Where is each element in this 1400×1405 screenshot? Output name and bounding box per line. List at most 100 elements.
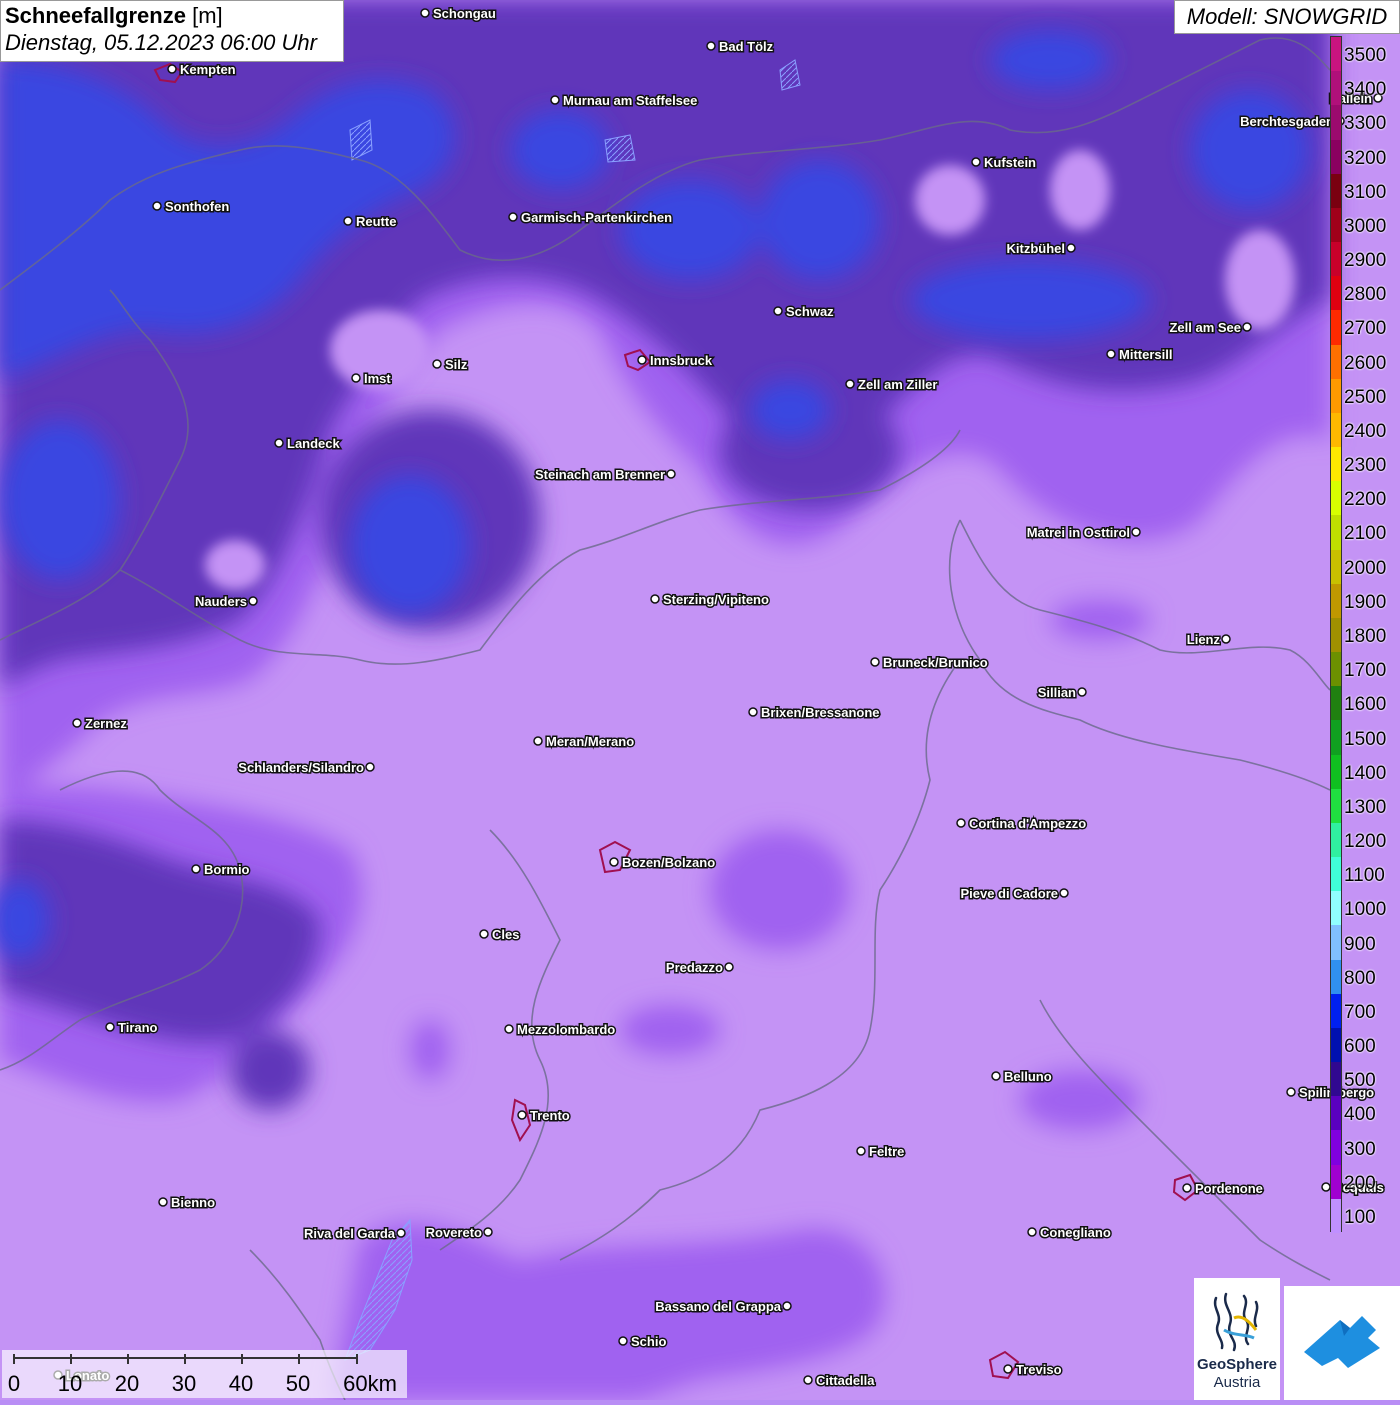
city-label: Lienz (1187, 632, 1221, 647)
city-marker: Bruneck/Brunico (870, 654, 989, 672)
legend-label: 800 (1344, 967, 1376, 989)
legend-label: 2900 (1344, 250, 1387, 272)
city-marker: Schongau (420, 5, 497, 23)
city-dot (508, 212, 518, 222)
city-label: Schio (631, 1334, 666, 1349)
model-label: Modell: SNOWGRID (1174, 0, 1400, 34)
city-label: Cittadella (816, 1373, 875, 1388)
city-dot (517, 1110, 527, 1120)
city-label: Predazzo (666, 960, 723, 975)
city-label: Sonthofen (165, 199, 229, 214)
city-dot (856, 1146, 866, 1156)
city-dot (365, 762, 375, 772)
city-dot (432, 359, 442, 369)
city-dot (706, 41, 716, 51)
geosphere-logo-text: GeoSphere (1196, 1356, 1278, 1373)
map-datetime: Dienstag, 05.12.2023 06:00 Uhr (5, 30, 317, 55)
legend-label: 700 (1344, 1001, 1376, 1023)
city-dot (803, 1375, 813, 1385)
scale-label: 10 (57, 1371, 83, 1396)
city-marker: Riva del Garda (302, 1225, 406, 1243)
city-dot (1027, 1227, 1037, 1237)
legend-label: 2100 (1344, 523, 1387, 545)
legend-label: 3400 (1344, 79, 1387, 101)
city-dot (351, 373, 361, 383)
city-marker: Mezzolombardo (504, 1021, 617, 1039)
legend-color-step (1331, 1130, 1341, 1166)
city-marker: Cortina d'Ampezzo (956, 815, 1088, 833)
city-label: Schwaz (786, 304, 834, 319)
city-dot (483, 1227, 493, 1237)
geosphere-logo: GeoSphere Austria (1194, 1278, 1280, 1400)
legend-label: 2500 (1344, 386, 1387, 408)
city-dot (991, 1071, 1001, 1081)
city-dot (1077, 687, 1087, 697)
snowfall-limit-map: Schongau Bad Tölz Kempten Murnau am Staffel… (0, 0, 1400, 1400)
city-label: Matrei in Osttirol (1027, 525, 1130, 540)
city-label: Brixen/Bressanone (761, 705, 880, 720)
city-dot (748, 707, 758, 717)
city-label: Mittersill (1119, 347, 1172, 362)
legend-label: 900 (1344, 933, 1376, 955)
city-label: Imst (364, 371, 391, 386)
scale-label: 20 (114, 1371, 140, 1396)
title-unit: [m] (192, 3, 223, 28)
legend-color-step (1331, 686, 1341, 721)
city-dot (248, 596, 258, 606)
city-dot (533, 736, 543, 746)
city-label: Rovereto (426, 1225, 482, 1240)
city-label: Kufstein (984, 155, 1036, 170)
scale-label: 50 (285, 1371, 311, 1396)
city-marker: Bozen/Bolzano (609, 854, 717, 872)
city-dot (666, 469, 676, 479)
city-label: Berchtesgaden (1240, 114, 1334, 129)
city-label: Treviso (1016, 1362, 1062, 1377)
legend-label: 2200 (1344, 489, 1387, 511)
city-label: Feltre (869, 1144, 904, 1159)
city-label: Riva del Garda (304, 1226, 396, 1241)
legend-label: 1900 (1344, 591, 1387, 613)
legend-label: 1600 (1344, 694, 1387, 716)
legend-label: 2800 (1344, 284, 1387, 306)
legend-label: 1300 (1344, 796, 1387, 818)
legend-label: 500 (1344, 1070, 1376, 1092)
legend-label: 1100 (1344, 865, 1385, 887)
legend-color-step (1331, 37, 1341, 72)
legend-color-step (1331, 652, 1341, 687)
city-label: Bozen/Bolzano (622, 855, 715, 870)
legend-label: 1800 (1344, 626, 1387, 647)
legend-color-step (1331, 583, 1341, 619)
legend-label: 1500 (1344, 728, 1387, 750)
city-dot (637, 355, 647, 365)
city-label: Pieve di Cadore (960, 886, 1058, 901)
city-label: Zernez (85, 716, 127, 731)
city-dot (479, 929, 489, 939)
legend-label: 2300 (1344, 455, 1387, 477)
legend-label: 2700 (1344, 318, 1387, 340)
geosphere-emblem-icon (1213, 1292, 1259, 1352)
legend-color-step (1331, 993, 1341, 1029)
legend-label: 2600 (1344, 352, 1387, 374)
legend-color-bar (1330, 36, 1342, 1234)
city-label: Mezzolombardo (517, 1022, 615, 1037)
city-marker: Zell am See (1168, 319, 1252, 337)
city-dot (724, 962, 734, 972)
city-label: Bruneck/Brunico (883, 655, 988, 670)
city-dot (504, 1024, 514, 1034)
scale-label: 30 (171, 1371, 197, 1396)
legend-color-step (1331, 1198, 1341, 1234)
city-label: Innsbruck (650, 353, 713, 368)
legend-label: 2000 (1344, 557, 1387, 579)
legend-color-step (1331, 1164, 1341, 1200)
city-dot (1221, 634, 1231, 644)
title-box: Schneefallgrenze [m] Dienstag, 05.12.202… (0, 0, 344, 62)
legend-color-step (1331, 925, 1341, 961)
city-dot (167, 64, 177, 74)
city-dot (420, 8, 430, 18)
city-marker: Pieve di Cadore (959, 885, 1069, 903)
city-marker: Brixen/Bressanone (748, 704, 881, 722)
city-dot (1059, 888, 1069, 898)
city-marker: Bassano del Grappa (654, 1298, 792, 1316)
legend-color-step (1331, 276, 1341, 311)
city-label: Nauders (195, 594, 247, 609)
